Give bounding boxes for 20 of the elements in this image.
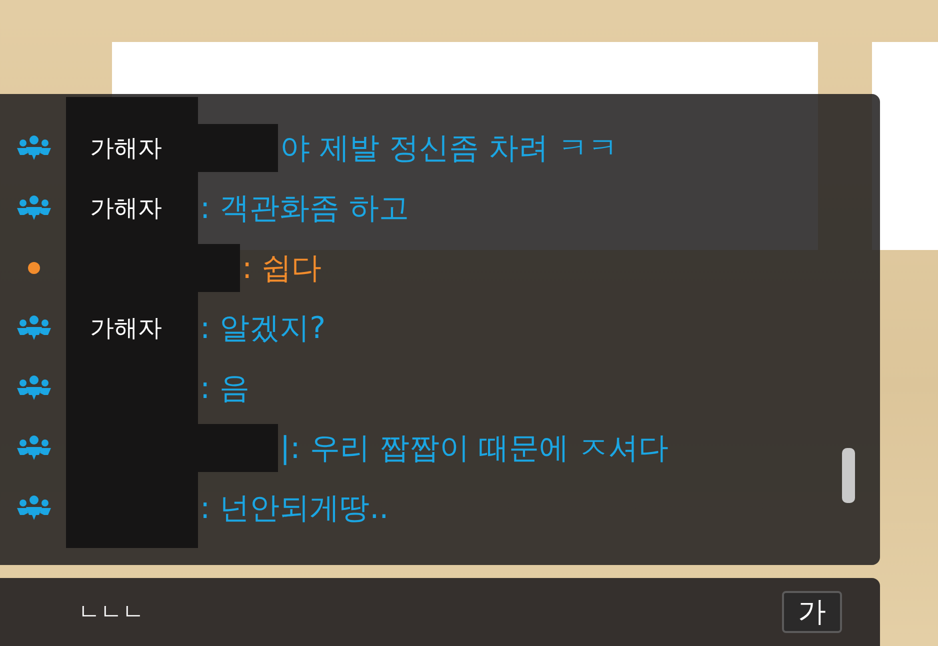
scrollbar-thumb[interactable]: [842, 448, 855, 503]
chat-input-field[interactable]: ㄴㄴㄴ: [0, 597, 782, 627]
name-label: 가해자: [90, 193, 162, 224]
ime-toggle-button[interactable]: 가: [782, 591, 842, 633]
chat-message: : 음: [199, 370, 250, 408]
party-icon: [16, 135, 52, 161]
name-label: 가해자: [90, 133, 162, 164]
party-icon: [16, 375, 52, 401]
party-icon: [16, 435, 52, 461]
party-icon: [16, 495, 52, 521]
chat-message: : 알겠지?: [199, 310, 326, 348]
name-label: 가해자: [90, 313, 162, 344]
party-icon: [16, 195, 52, 221]
chat-message: : 객관화좀 하고: [199, 190, 410, 228]
chat-message: : 넌안되게땅..: [199, 490, 389, 528]
chat-message: 야 제발 정신좀 차려 ㅋㅋ: [279, 130, 618, 168]
dot-icon: [27, 261, 41, 275]
chat-message: : 쉽다: [241, 250, 322, 288]
party-icon: [16, 315, 52, 341]
chat-message: |: 우리 짭짭이 때문에 ㅈ셔다: [279, 430, 668, 468]
